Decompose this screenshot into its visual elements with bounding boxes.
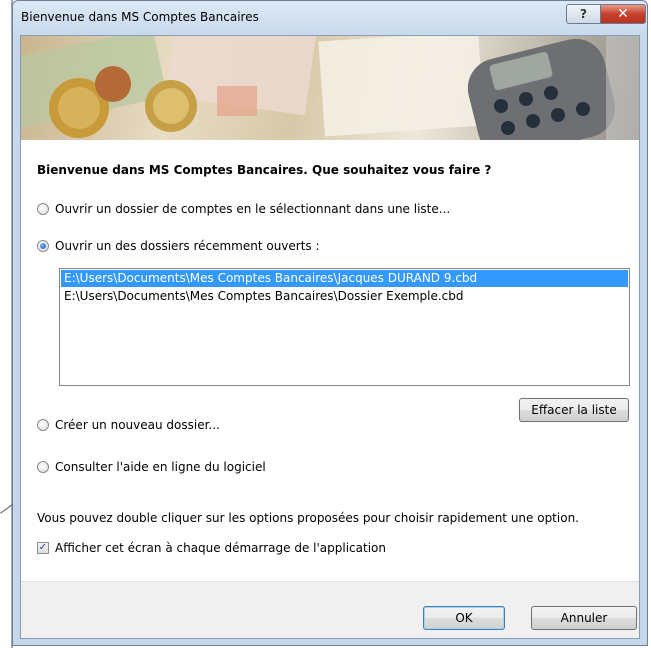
clear-list-button[interactable]: Effacer la liste [519,398,629,422]
show-at-startup-option[interactable]: ✓ Afficher cet écran à chaque démarrage … [37,541,386,555]
prompt-heading: Bienvenue dans MS Comptes Bancaires. Que… [37,163,492,177]
radio-button[interactable] [37,203,49,215]
cancel-button[interactable]: Annuler [531,606,637,630]
ok-button[interactable]: OK [423,606,505,630]
close-icon: ✕ [617,6,629,22]
recent-files-list[interactable]: E:\Users\Documents\Mes Comptes Bancaires… [59,268,630,386]
welcome-dialog: Bienvenue dans MS Comptes Bancaires ? ✕ [12,0,648,646]
close-button[interactable]: ✕ [600,4,646,24]
list-item[interactable]: E:\Users\Documents\Mes Comptes Bancaires… [61,270,628,287]
radio-button[interactable] [37,461,49,473]
dialog-client-area: Bienvenue dans MS Comptes Bancaires. Que… [20,35,640,639]
banner-image [21,36,639,140]
banner-illustration [21,36,639,140]
option-label[interactable]: Créer un nouveau dossier... [55,418,220,432]
checkbox[interactable]: ✓ [37,542,49,554]
option-open-recent[interactable]: Ouvrir un des dossiers récemment ouverts… [37,239,320,253]
help-button[interactable]: ? [566,4,601,24]
option-create-folder[interactable]: Créer un nouveau dossier... [37,418,220,432]
help-icon: ? [580,7,587,21]
option-open-from-list[interactable]: Ouvrir un dossier de comptes en le sélec… [37,202,450,216]
radio-dot-icon [40,243,46,249]
option-label[interactable]: Ouvrir un des dossiers récemment ouverts… [55,239,320,253]
option-label[interactable]: Ouvrir un dossier de comptes en le sélec… [55,202,450,216]
option-online-help[interactable]: Consulter l'aide en ligne du logiciel [37,460,266,474]
radio-button-selected[interactable] [37,240,49,252]
window-title: Bienvenue dans MS Comptes Bancaires [21,10,259,24]
list-item[interactable]: E:\Users\Documents\Mes Comptes Bancaires… [61,288,628,305]
option-label[interactable]: Consulter l'aide en ligne du logiciel [55,460,266,474]
title-bar[interactable]: Bienvenue dans MS Comptes Bancaires ? ✕ [13,1,647,35]
checkbox-label[interactable]: Afficher cet écran à chaque démarrage de… [55,541,386,555]
hint-text: Vous pouvez double cliquer sur les optio… [37,511,579,525]
radio-button[interactable] [37,419,49,431]
checkmark-icon: ✓ [38,542,48,553]
